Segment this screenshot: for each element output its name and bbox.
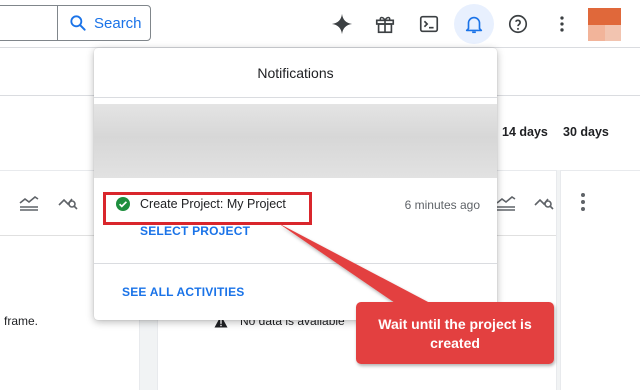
explore-chart-icon[interactable] [532,190,556,214]
cloud-shell-icon [419,15,439,33]
legend-toggle-icon[interactable] [17,190,41,214]
card-message: frame. [4,314,39,328]
explore-chart-icon[interactable] [56,190,80,214]
notifications-title: Notifications [94,48,497,98]
gift-icon [375,16,395,34]
callout-text: Wait until the project is created [378,316,532,351]
bell-icon [465,16,483,34]
range-option-14-days[interactable]: 14 days [502,125,548,139]
search-icon [70,15,86,31]
success-check-icon [116,197,130,211]
legend-toggle-icon[interactable] [494,190,518,214]
whats-new-button[interactable] [365,4,405,44]
gemini-spark-icon [331,13,353,35]
top-app-bar: Search [0,0,640,48]
more-vert-icon [560,16,564,32]
notification-item-title[interactable]: Create Project: My Project [140,197,286,211]
help-button[interactable] [498,4,538,44]
search-button[interactable]: Search [57,6,150,40]
see-all-activities-link[interactable]: SEE ALL ACTIVITIES [122,285,245,299]
notifications-panel: Notifications Create Project: My Project… [94,48,497,320]
account-avatar[interactable] [588,8,621,41]
search-button-label: Search [94,14,142,32]
range-option-30-days[interactable]: 30 days [563,125,609,139]
select-project-link[interactable]: SELECT PROJECT [140,224,250,238]
notifications-button[interactable] [454,4,494,44]
notification-item-time: 6 minutes ago [404,198,480,212]
help-icon [508,14,528,34]
panel-divider [94,263,497,264]
blurred-notification [94,104,497,178]
cloud-shell-button[interactable] [409,4,449,44]
more-options-button[interactable] [542,4,582,44]
card-more-vert-icon[interactable] [571,190,595,214]
gemini-button[interactable] [322,4,362,44]
